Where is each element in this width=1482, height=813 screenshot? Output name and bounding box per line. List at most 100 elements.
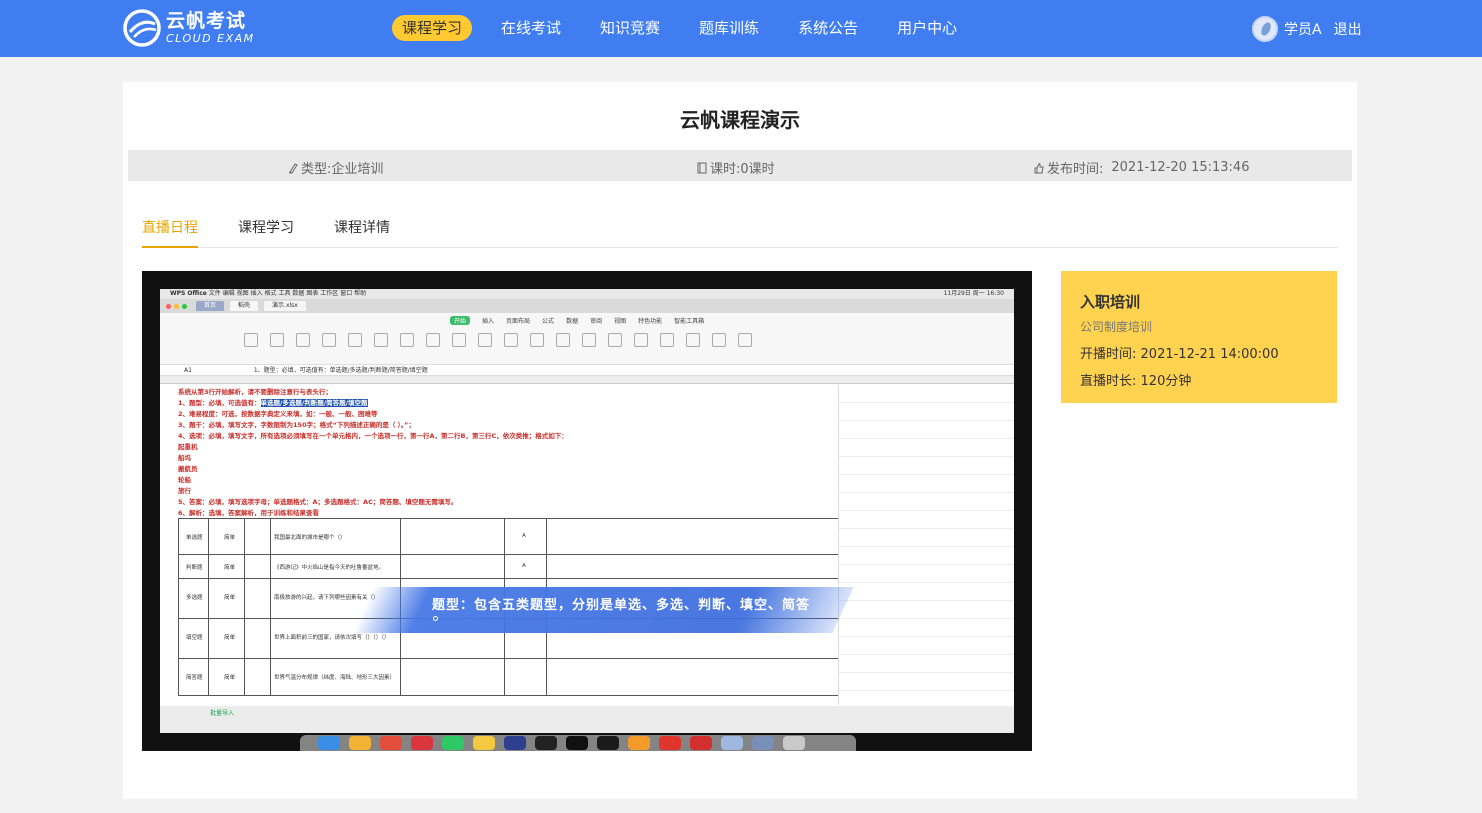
course-hours-value: 0课时 [740, 162, 775, 177]
wps-app-name: WPS Office [170, 290, 207, 297]
table-row: 判断题 简单 《西游记》中火焰山是指今天的吐鲁番盆地。 A [178, 554, 838, 578]
course-tabs: 直播日程 课程学习 课程详情 [142, 218, 1338, 248]
brand-logo[interactable]: 云帆考试 CLOUD EXAM [122, 7, 262, 49]
import-notes: 系统从第3行开始解析，请不要删除注意行与表头行； 1、题型：必填，可选值有：单选… [178, 387, 838, 519]
ribbon-tab: 插入 [482, 318, 495, 325]
column-header [160, 376, 1014, 384]
spreadsheet: 系统从第3行开始解析，请不要删除注意行与表头行； 1、题型：必填，可选值有：单选… [160, 376, 1014, 706]
ribbon-tab: 页面布局 [506, 318, 531, 325]
formula-text: 1、题型：必填，可选值有：单选题/多选题/判断题/简答题/填空题 [253, 367, 428, 374]
logo-icon [123, 9, 161, 47]
video-caption: 题型：包含五类题型，分别是单选、多选、判断、填空、简答 [432, 598, 811, 613]
note-line: 搬航员 [178, 465, 198, 473]
course-hours-label: 课时: [710, 162, 741, 177]
course-type: 类型: 企业培训 [288, 158, 383, 177]
table-row: 单选题 简单 我国最北面的城市是哪个（） A [178, 518, 838, 554]
sheet-statusbar: 批量导入 [160, 706, 1014, 733]
ribbon-tools [244, 329, 944, 359]
ribbon-tab: 智能工具箱 [674, 318, 705, 325]
live-duration-label: 直播时长: [1080, 374, 1137, 389]
course-hours: 课时: 0课时 [697, 158, 775, 177]
empty-columns [838, 385, 1014, 705]
video-player[interactable]: WPS Office 文件 编辑 视图 插入 格式 工具 数据 图表 工作区 窗… [142, 271, 1032, 751]
note-line: 船坞 [178, 454, 191, 462]
wps-template-tab: 稻壳 [230, 301, 259, 311]
mac-menu-item: 插入 [250, 290, 263, 297]
note-line: 旅行 [178, 487, 191, 495]
mac-menu: 文件 编辑 视图 插入 格式 工具 数据 图表 工作区 窗口 帮助 [209, 290, 366, 297]
book-icon [697, 162, 707, 173]
nav-item-announcements[interactable]: 系统公告 [788, 15, 868, 41]
note-line: 起重机 [178, 443, 198, 451]
thumbs-up-icon [1034, 162, 1044, 173]
logo-text: 云帆考试 CLOUD EXAM [166, 10, 255, 46]
mac-menu-item: 图表 [306, 290, 319, 297]
ribbon-tab: 开始 [450, 316, 471, 325]
note-line: 轮船 [178, 476, 191, 484]
note-line: 4、选项：必填，填写文字，所有选项必须填写在一个单元格内，一个选项一行，第一行A… [178, 432, 568, 440]
mac-menu-item: 文件 [208, 290, 221, 297]
wps-file-tab: 演示.xlsx [264, 301, 306, 311]
note-line: 1、题型：必填，可选值有：单选题/多选题/判断题/简答题/填空题 [178, 399, 368, 407]
note-line: 5、答案：必填，填写选项字母；单选题格式：A；多选题格式：AC；简答题、填空题无… [178, 498, 458, 506]
course-meta-bar: 类型: 企业培训 课时: 0课时 发布时间: 2021-12-20 15:13:… [128, 150, 1352, 181]
mac-menu-item: 工作区 [320, 290, 339, 297]
cell-ref: A1 [184, 367, 192, 374]
nav-item-question-bank[interactable]: 题库训练 [689, 15, 769, 41]
note-line: 2、难易程度：可选，按数据字典定义来填，如：一般、一般、困难等 [178, 410, 378, 418]
nav-item-user-center[interactable]: 用户中心 [887, 15, 967, 41]
live-schedule-card[interactable]: 入职培训 公司制度培训 开播时间: 2021-12-21 14:00:00 直播… [1061, 271, 1337, 403]
mac-clock: 11月29日 周一 16:30 [943, 290, 1004, 297]
course-type-value: 企业培训 [331, 162, 384, 177]
live-duration: 直播时长: 120分钟 [1080, 370, 1318, 389]
live-duration-value: 120分钟 [1140, 374, 1192, 389]
note-line: 3、题干：必填，填写文字，字数限制为150字；格式“下列描述正确的是（ ）。”； [178, 421, 415, 429]
ribbon-tab: 公式 [542, 318, 555, 325]
mac-menu-item: 工具 [278, 290, 291, 297]
publish-time-value: 2021-12-20 15:13:46 [1111, 160, 1250, 175]
course-card: 云帆课程演示 类型: 企业培训 课时: 0课时 发布时间: 2021-12-20… [123, 82, 1357, 799]
note-highlight: 单选题/多选题/判断题/简答题/填空题 [260, 399, 368, 407]
window-min-dot [174, 303, 179, 309]
nav-item-knowledge-contest[interactable]: 知识竞赛 [590, 15, 670, 41]
caption-end [433, 616, 438, 621]
tab-live-schedule[interactable]: 直播日程 [142, 218, 198, 248]
table-row: 简答题 简单 世界气温分布规律（纬度、海陆、地形三大因素） [178, 658, 838, 696]
nav-item-online-exam[interactable]: 在线考试 [491, 15, 571, 41]
sheet-tab: 批量导入 [210, 710, 235, 717]
nav-item-course-study[interactable]: 课程学习 [392, 15, 473, 41]
mac-dock [300, 735, 856, 751]
ribbon-menu: 开始 插入 页面布局 公式 数据 审阅 视图 特色功能 智能工具箱 [160, 313, 1014, 325]
publish-time-label: 发布时间: [1047, 162, 1104, 177]
brand-name-cn: 云帆考试 [166, 10, 247, 32]
wps-tabbar: 首页 稻壳 演示.xlsx [160, 299, 1014, 313]
tab-course-study[interactable]: 课程学习 [238, 218, 294, 248]
live-category: 公司制度培训 [1080, 320, 1153, 334]
mac-menubar: WPS Office 文件 编辑 视图 插入 格式 工具 数据 图表 工作区 窗… [160, 289, 1014, 299]
pencil-icon [289, 162, 298, 174]
mac-menu-item: 帮助 [354, 290, 367, 297]
tab-course-details[interactable]: 课程详情 [334, 218, 390, 248]
note-line: 系统从第3行开始解析，请不要删除注意行与表头行； [178, 388, 333, 396]
window-close-dot [166, 303, 171, 309]
wps-ribbon: 开始 插入 页面布局 公式 数据 审阅 视图 特色功能 智能工具箱 [160, 313, 1014, 365]
live-start: 开播时间: 2021-12-21 14:00:00 [1080, 343, 1318, 362]
user-name[interactable]: 学员A [1284, 19, 1322, 39]
live-start-value: 2021-12-21 14:00:00 [1140, 347, 1279, 362]
course-type-label: 类型: [301, 162, 332, 177]
wps-home-tab: 首页 [196, 301, 225, 311]
mac-menu-item: 窗口 [340, 290, 353, 297]
avatar[interactable] [1252, 16, 1278, 42]
mac-menu-item: 编辑 [222, 290, 235, 297]
logout-button[interactable]: 退出 [1334, 19, 1362, 39]
brand-name-en: CLOUD EXAM [166, 32, 255, 45]
mac-menu-item: 数据 [292, 290, 305, 297]
mac-menu-item: 视图 [236, 290, 249, 297]
video-frame-screenshot: WPS Office 文件 编辑 视图 插入 格式 工具 数据 图表 工作区 窗… [160, 289, 1014, 751]
mac-menu-item: 格式 [264, 290, 277, 297]
main-nav: 课程学习 在线考试 知识竞赛 题库训练 系统公告 用户中心 [392, 15, 986, 41]
window-max-dot [182, 303, 187, 309]
user-menu: 学员A 退出 [1252, 16, 1362, 42]
ribbon-tab: 审阅 [590, 318, 603, 325]
formula-bar: A1 1、题型：必填，可选值有：单选题/多选题/判断题/简答题/填空题 [160, 365, 1014, 376]
